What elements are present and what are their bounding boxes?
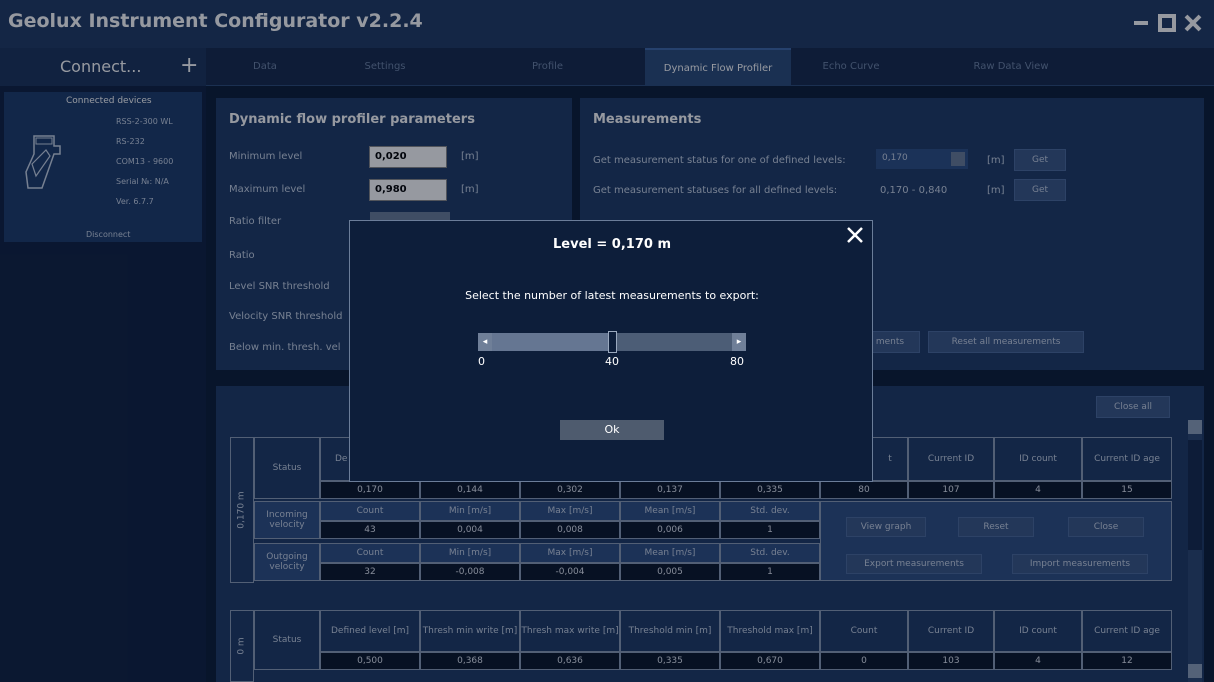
ok-button[interactable]: Ok: [560, 420, 664, 440]
export-dialog: Level = 0,170 m Select the number of lat…: [349, 220, 873, 482]
close-icon[interactable]: [846, 226, 864, 249]
dialog-message: Select the number of latest measurements…: [465, 289, 759, 302]
slider-thumb[interactable]: [608, 331, 617, 353]
slider-left-arrow-icon[interactable]: ◂: [478, 333, 492, 351]
slider-min-label: 0: [478, 355, 485, 368]
slider-max-label: 80: [730, 355, 744, 368]
dialog-title: Level = 0,170 m: [553, 237, 671, 252]
slider-right-arrow-icon[interactable]: ▸: [732, 333, 746, 351]
slider-value-label: 40: [605, 355, 619, 368]
slider-fill: [478, 333, 612, 351]
